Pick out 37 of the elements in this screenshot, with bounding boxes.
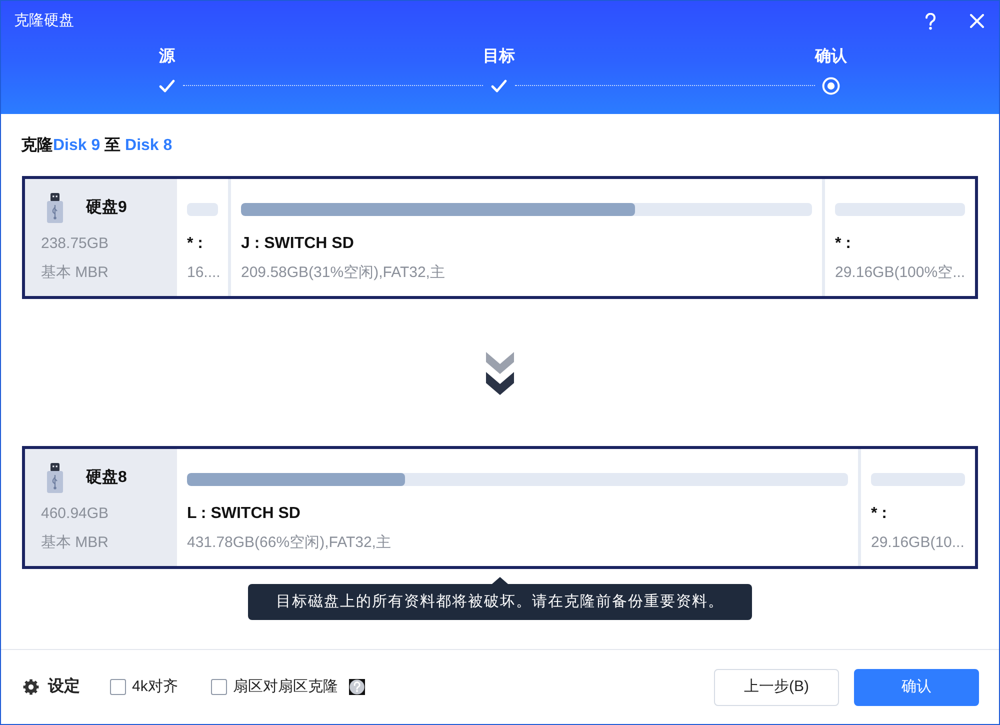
window-title: 克隆硬盘 (14, 11, 74, 31)
empty-partition-bar (187, 203, 218, 216)
checkbox-label: 4k对齐 (132, 677, 178, 697)
usb-drive-icon (47, 463, 63, 493)
warning-tooltip: 目标磁盘上的所有资料都将被破坏。请在克隆前备份重要资料。 (248, 577, 752, 620)
checkbox[interactable] (110, 679, 126, 695)
disk-size: 238.75GB (41, 234, 109, 254)
partition-details: 29.16GB(10... (871, 533, 964, 553)
help-icon (924, 12, 936, 30)
double-chevron-icon (485, 352, 515, 396)
disk-size: 460.94GB (41, 504, 109, 524)
partition-details: 29.16GB(100%空... (835, 263, 966, 283)
close-icon (970, 14, 984, 28)
usb-drive-icon (47, 193, 63, 223)
settings-button[interactable]: 设定 (23, 676, 80, 698)
disk-type: 基本 MBR (41, 533, 108, 553)
step-label: 源 (159, 46, 175, 67)
disk-type: 基本 MBR (41, 263, 108, 283)
partition-label: * : (187, 234, 203, 254)
step-label: 确认 (815, 46, 847, 67)
step-label: 目标 (483, 46, 515, 67)
disk-name: 硬盘9 (86, 198, 127, 218)
disk-name: 硬盘8 (86, 468, 127, 488)
gear-icon (23, 679, 39, 695)
confirm-button[interactable]: 确认 (854, 668, 979, 706)
checkbox-label: 扇区对扇区克隆 (232, 677, 338, 697)
partition-label: L : SWITCH SD (187, 504, 300, 524)
clone-heading: 克隆Disk 9 至 Disk 8 (21, 136, 172, 156)
partition-details: 209.58GB(31%空闲),FAT32,主 (241, 263, 445, 283)
partition-label: * : (871, 504, 887, 524)
partition-details: 431.78GB(66%空闲),FAT32,主 (187, 533, 391, 553)
checkbox[interactable] (210, 679, 227, 695)
partition-details: 16.... (187, 263, 220, 283)
partition-label: J : SWITCH SD (241, 234, 354, 254)
partition-label: * : (835, 234, 851, 254)
help-icon[interactable] (348, 679, 365, 695)
back-button[interactable]: 上一步(B) (714, 668, 839, 706)
